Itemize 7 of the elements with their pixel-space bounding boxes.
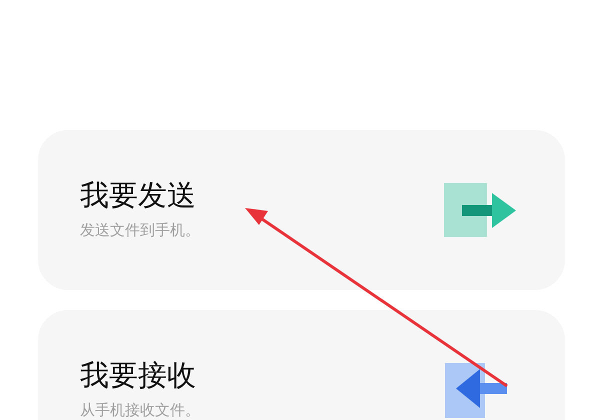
option-title: 我要接收: [80, 358, 197, 392]
send-arrow-icon: [444, 183, 517, 238]
option-title: 我要发送: [80, 178, 197, 212]
option-subtitle: 发送文件到手机。: [80, 222, 200, 239]
option-card[interactable]: 我要发送 发送文件到手机。: [38, 130, 565, 290]
option-card[interactable]: 我要接收 从手机接收文件。: [38, 310, 565, 420]
option-subtitle: 从手机接收文件。: [80, 402, 200, 419]
